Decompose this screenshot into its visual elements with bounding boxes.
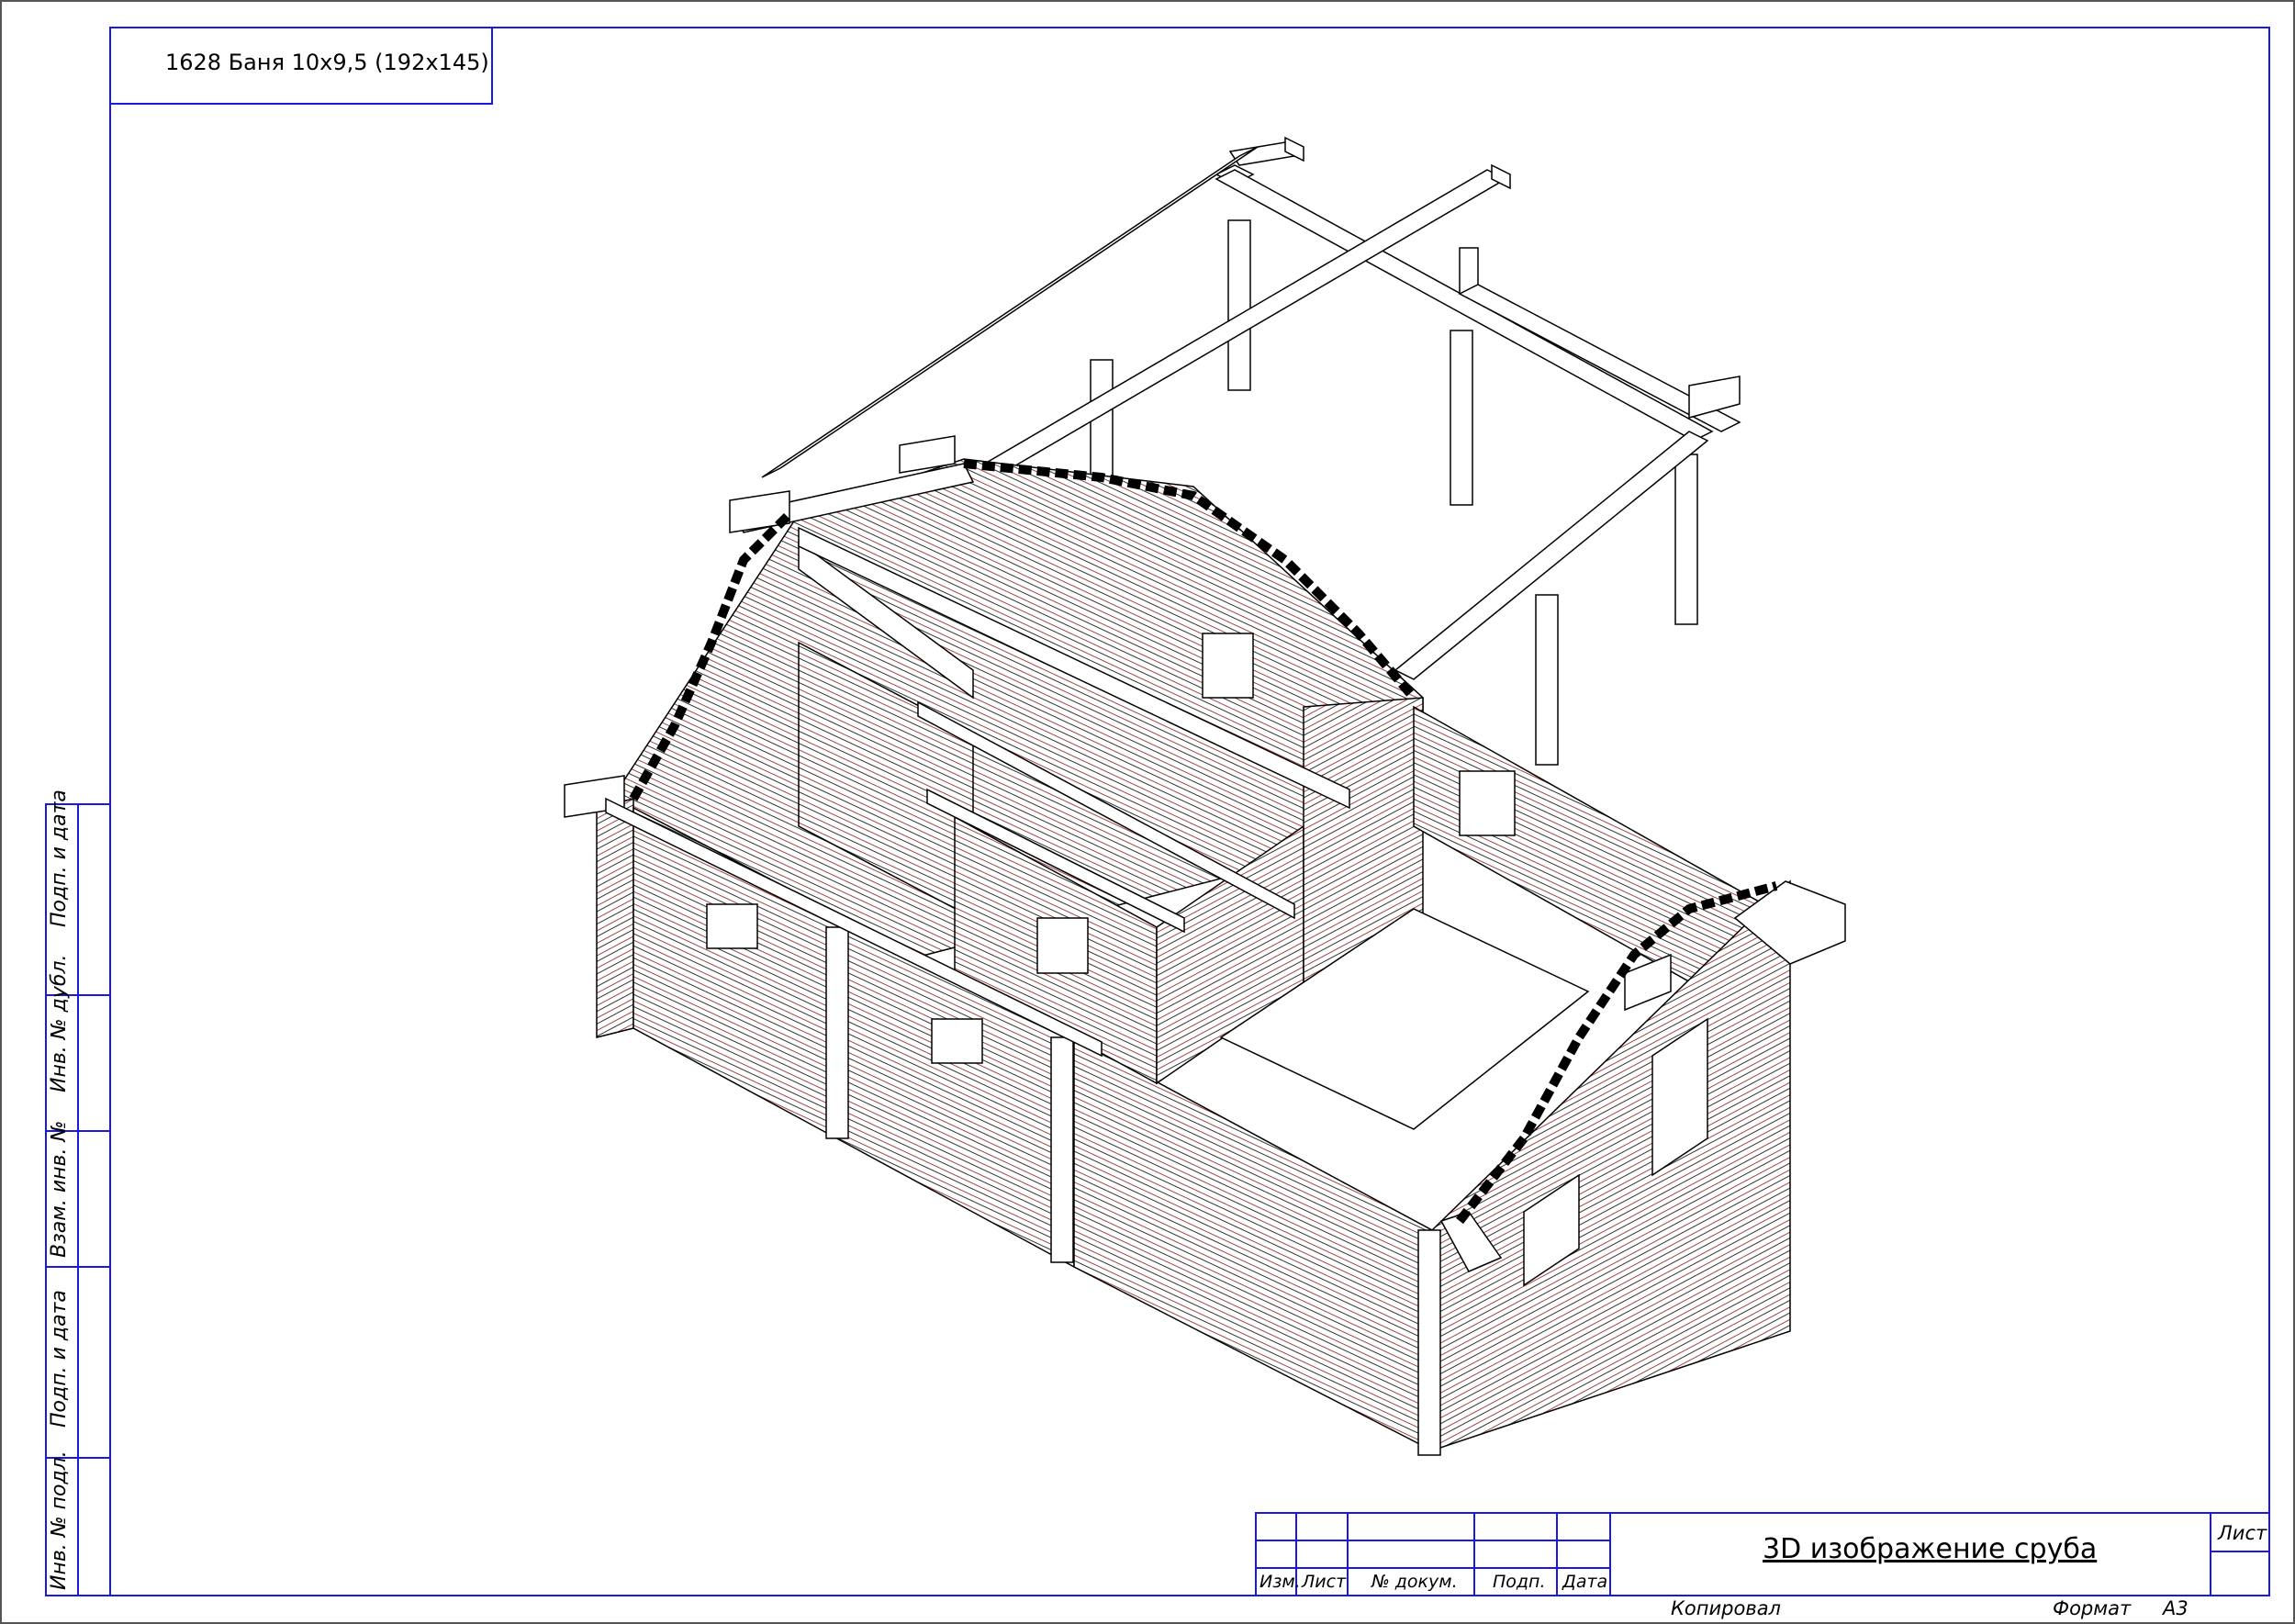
- header-doc-number: № докум.: [1371, 1572, 1458, 1592]
- side-label-sign-date-2: Подп. и дата: [48, 1290, 71, 1428]
- side-label-sign-date: Подп. и дата: [48, 790, 71, 927]
- header-change: Изм.: [1259, 1572, 1301, 1592]
- header-signature: Подп.: [1493, 1572, 1546, 1592]
- header-sheet: Лист: [1302, 1572, 1347, 1592]
- side-label-orig-inv: Инв. № подл.: [48, 1450, 71, 1590]
- window: [706, 903, 758, 949]
- log-house-model: [564, 136, 1846, 1456]
- drawing-title: 3D изображение сруба: [1763, 1533, 2098, 1565]
- window: [931, 1018, 983, 1064]
- left-wall: [596, 798, 634, 1038]
- format-label: Формат: [2053, 1597, 2132, 1619]
- drawing-code: 1628 Баня 10х9,5 (192х145): [165, 50, 489, 75]
- window: [1036, 917, 1089, 974]
- drawing-canvas: [45, 27, 2270, 1596]
- window: [1202, 633, 1254, 699]
- sheet-label: Лист: [2218, 1522, 2267, 1544]
- window: [1459, 770, 1516, 836]
- side-label-dup-inv: Инв. № дубл.: [48, 954, 71, 1092]
- header-date: Дата: [1562, 1572, 1608, 1592]
- side-label-replace-inv: Взам. инв. №: [48, 1120, 71, 1258]
- format-value: А3: [2163, 1597, 2189, 1619]
- copied-label: Копировал: [1671, 1597, 1781, 1619]
